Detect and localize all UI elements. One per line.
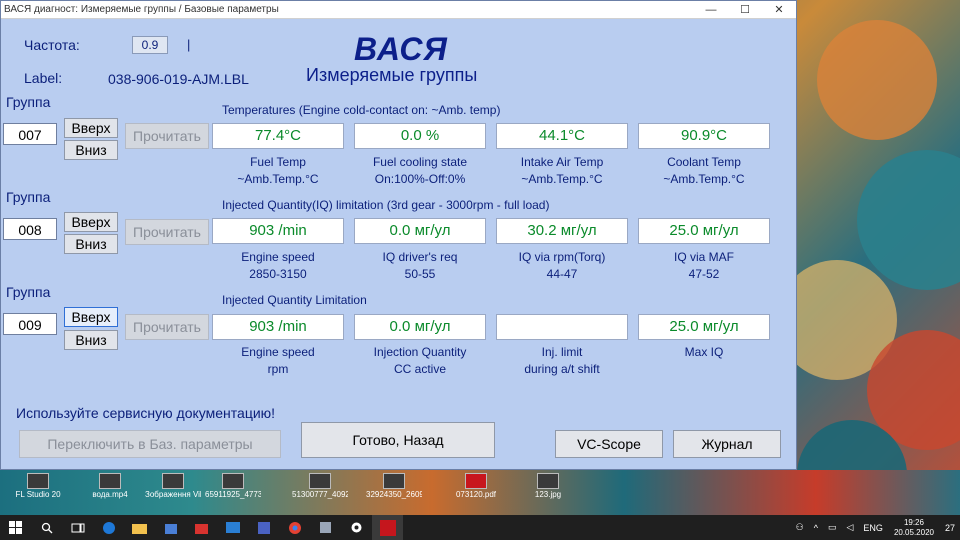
pdf-file-icon [465, 473, 487, 489]
app-window: ВАСЯ диагност: Измеряемые группы / Базов… [0, 0, 797, 470]
frequency-label: Частота: [24, 37, 80, 53]
group-up-button[interactable]: Вверх [64, 212, 118, 232]
switch-basic-params-button[interactable]: Переключить в Баз. параметры [19, 430, 281, 458]
start-button[interactable] [0, 515, 31, 540]
save-icon[interactable] [248, 515, 279, 540]
folder-icon[interactable] [124, 515, 155, 540]
vasya-app-icon[interactable] [372, 515, 403, 540]
title-bar[interactable]: ВАСЯ диагност: Измеряемые группы / Базов… [1, 1, 796, 19]
video-file-icon [99, 473, 121, 489]
value-caption: Injection Quantity CC active [373, 345, 467, 376]
value-caption: Engine speed rpm [241, 345, 315, 376]
network-icon[interactable]: ▭ [823, 522, 842, 533]
app-icon [27, 473, 49, 489]
image-file-icon [537, 473, 559, 489]
window-title: ВАСЯ диагност: Измеряемые группы / Базов… [4, 4, 279, 15]
settings-icon[interactable] [341, 515, 372, 540]
store-icon[interactable] [155, 515, 186, 540]
frequency-caret: | [187, 37, 191, 52]
read-button[interactable]: Прочитать [125, 314, 209, 340]
notification-count[interactable]: 27 [940, 523, 960, 533]
service-doc-hint: Используйте сервисную документацию! [16, 405, 276, 421]
group-number-input[interactable]: 009 [3, 313, 57, 335]
task-view-icon[interactable] [62, 515, 93, 540]
frequency-value: 0.9 [132, 36, 168, 54]
value-caption: Inj. limit during a/t shift [524, 345, 600, 376]
group-down-button[interactable]: Вниз [64, 140, 118, 160]
desktop-icon[interactable]: 073120.pdf [448, 473, 504, 499]
vc-scope-button[interactable]: VC-Scope [555, 430, 663, 458]
value-field: 25.0 мг/ул [638, 218, 770, 244]
edge-icon[interactable] [93, 515, 124, 540]
value-caption: IQ via rpm(Torq) 44-47 [518, 250, 606, 281]
read-button[interactable]: Прочитать [125, 123, 209, 149]
value-field: 44.1°C [496, 123, 628, 149]
value-field: 30.2 мг/ул [496, 218, 628, 244]
chrome-icon[interactable] [279, 515, 310, 540]
image-file-icon [222, 473, 244, 489]
value-caption: Fuel Temp ~Amb.Temp.°C [237, 155, 319, 186]
image-file-icon [162, 473, 184, 489]
value-field [496, 314, 628, 340]
value-caption: Coolant Temp ~Amb.Temp.°C [663, 155, 745, 186]
group-up-button[interactable]: Вверх [64, 307, 118, 327]
desktop-icon[interactable]: 65911925_47735... [205, 473, 261, 499]
group-down-button[interactable]: Вниз [64, 234, 118, 254]
value-caption: Max IQ [684, 345, 724, 359]
chevron-up-icon[interactable]: ^ [809, 523, 823, 533]
desktop-icon[interactable]: вода.mp4 [82, 473, 138, 499]
minimize-button[interactable]: — [694, 1, 728, 18]
value-caption: Fuel cooling state On:100%-Off:0% [372, 155, 468, 186]
group-down-button[interactable]: Вниз [64, 330, 118, 350]
app-brand: ВАСЯ [354, 31, 448, 67]
group-up-button[interactable]: Вверх [64, 118, 118, 138]
maximize-button[interactable]: ☐ [728, 1, 762, 18]
people-icon[interactable]: ⚇ [791, 522, 809, 533]
desktop-icon[interactable]: FL Studio 20 [10, 473, 66, 499]
group-label: Группа [6, 284, 51, 300]
value-caption: IQ via MAF 47-52 [673, 250, 734, 281]
image-file-icon [383, 473, 405, 489]
keyboard-language[interactable]: ENG [858, 523, 888, 533]
value-field: 903 /min [212, 218, 344, 244]
value-field: 0.0 мг/ул [354, 314, 486, 340]
label-file-value: 038-906-019-AJM.LBL [108, 71, 249, 87]
group-label: Группа [6, 94, 51, 110]
clock[interactable]: 19:26 20.05.2020 [888, 518, 940, 538]
group-title: Injected Quantity Limitation [222, 293, 367, 307]
group-title: Temperatures (Engine cold-contact on: ~A… [222, 103, 501, 117]
desktop-icon[interactable]: 123.jpg [520, 473, 576, 499]
page-title: Измеряемые группы [306, 65, 478, 85]
app-icon[interactable] [310, 515, 341, 540]
close-button[interactable]: ✕ [762, 1, 796, 18]
desktop-wallpaper [797, 0, 960, 515]
label-file-label: Label: [24, 70, 63, 86]
read-button[interactable]: Прочитать [125, 219, 209, 245]
value-field: 0.0 мг/ул [354, 218, 486, 244]
value-field: 0.0 % [354, 123, 486, 149]
value-caption: Engine speed 2850-3150 [241, 250, 315, 281]
image-file-icon [309, 473, 331, 489]
value-caption: IQ driver's req 50-55 [382, 250, 458, 281]
value-field: 903 /min [212, 314, 344, 340]
value-field: 90.9°C [638, 123, 770, 149]
group-title: Injected Quantity(IQ) limitation (3rd ge… [222, 198, 550, 212]
group-label: Группа [6, 189, 51, 205]
desktop-icon[interactable]: Зображення Viber... [145, 473, 201, 499]
desktop-icon[interactable]: 32924350_2609579... [366, 473, 422, 499]
journal-button[interactable]: Журнал [673, 430, 781, 458]
value-caption: Intake Air Temp ~Amb.Temp.°C [520, 155, 604, 186]
volume-icon[interactable]: ◁ [842, 522, 859, 533]
gift-icon[interactable] [186, 515, 217, 540]
done-back-button[interactable]: Готово, Назад [301, 422, 495, 458]
value-field: 77.4°C [212, 123, 344, 149]
group-number-input[interactable]: 007 [3, 123, 57, 145]
mail-icon[interactable] [217, 515, 248, 540]
group-number-input[interactable]: 008 [3, 218, 57, 240]
value-field: 25.0 мг/ул [638, 314, 770, 340]
search-icon[interactable] [31, 515, 62, 540]
desktop-icon[interactable]: 51300777_40925... [292, 473, 348, 499]
system-tray: ⚇ ^ ▭ ◁ ENG 19:26 20.05.2020 27 [791, 515, 960, 540]
